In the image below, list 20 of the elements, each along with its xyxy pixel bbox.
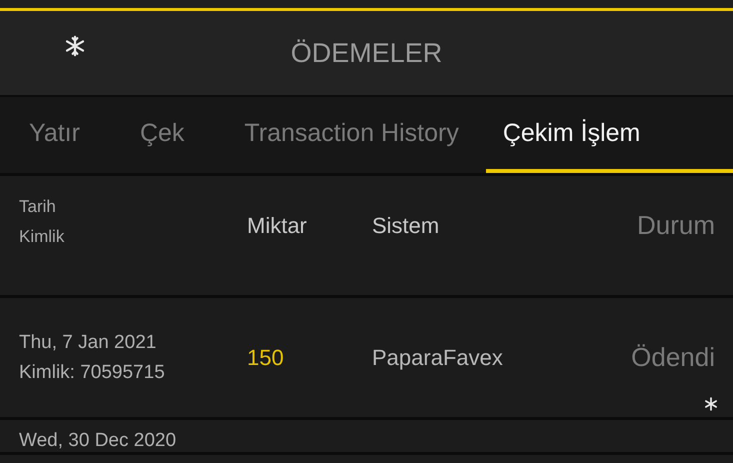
tab[interactable]: Çek xyxy=(120,97,204,173)
column-header: Tarih xyxy=(19,196,57,216)
tab[interactable]: Transaction History xyxy=(225,97,478,173)
amount-text: 150 xyxy=(246,344,285,370)
snowflake-icon xyxy=(64,35,86,57)
date-text: Thu, 7 Jan 2021 xyxy=(19,332,158,354)
column-header: Sistem xyxy=(372,212,440,238)
page-title: ÖDEMELER xyxy=(290,38,442,68)
column-header: Durum xyxy=(636,210,715,241)
table-row[interactable]: Wed, 30 Dec 2020 xyxy=(0,420,733,455)
tab[interactable]: Çekim İşlem xyxy=(486,97,733,173)
system-text: PaparaFavex xyxy=(372,344,504,370)
column-header: Kimlik xyxy=(19,226,66,246)
tab[interactable]: Yatır xyxy=(10,97,99,173)
id-text: Kimlik: 70595715 xyxy=(19,362,166,384)
column-header: Miktar xyxy=(246,212,308,238)
status-text: Ödendi xyxy=(630,342,715,373)
date-text: Wed, 30 Dec 2020 xyxy=(19,430,178,452)
snowflake-icon xyxy=(704,397,718,411)
table-row[interactable]: Thu, 7 Jan 2021 Kimlik: 70595715 150 PaparaFavex Ödendi xyxy=(0,298,733,420)
